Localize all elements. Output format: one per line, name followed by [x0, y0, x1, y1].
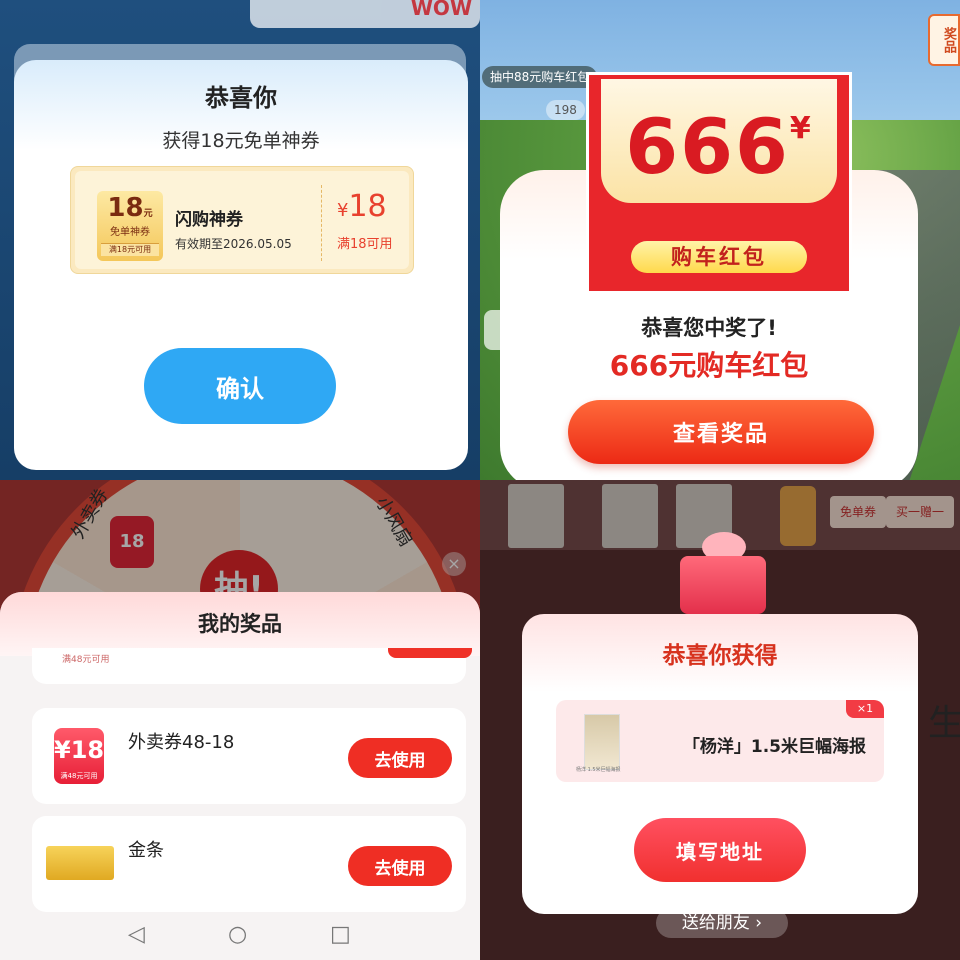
previous-use-button[interactable] — [388, 648, 472, 658]
prize-name: 「杨洋」1.5米巨幅海报 — [682, 737, 866, 757]
poster-thumbnail — [584, 714, 620, 770]
confirm-button[interactable]: 确认 — [144, 348, 336, 424]
use-button[interactable]: 去使用 — [348, 738, 452, 778]
envelope-currency: ¥ — [789, 111, 813, 146]
envelope-amount-value: 666 — [625, 102, 790, 191]
wow-badge: WOW — [410, 0, 472, 20]
coupon-badge-condition: 满48元可用 — [60, 772, 98, 780]
prize-modal: 恭喜你获得 杨洋 1.5米巨幅海报 ×1 「杨洋」1.5米巨幅海报 填写地址 — [522, 614, 918, 914]
prizes-tab[interactable]: 奖品 — [928, 14, 960, 66]
winner-marquee: 抽中88元购车红包 — [482, 66, 598, 88]
coupon-modal: 恭喜你 获得18元免单神券 18元 免单神券 满18元可用 闪购神券 有效期至2… — [14, 60, 468, 470]
recent-apps-icon[interactable]: □ — [330, 922, 351, 947]
price-pill: 198 — [546, 100, 585, 120]
modal-title: 恭喜你获得 — [662, 643, 778, 669]
gold-bar-icon — [46, 846, 114, 880]
list-item: ¥18 满48元可用 外卖券48-18 去使用 — [32, 708, 466, 804]
fill-address-button[interactable]: 填写地址 — [634, 818, 806, 882]
congrats-text: 恭喜您中奖了! — [641, 316, 777, 340]
amount-value: 18 — [348, 189, 387, 224]
use-button[interactable]: 去使用 — [348, 846, 452, 886]
takeout-coupon-icon: ¥18 满48元可用 — [54, 728, 104, 784]
top-banner-strip: WOW — [250, 0, 480, 28]
home-icon[interactable]: ○ — [228, 922, 247, 947]
coupon-divider — [321, 185, 322, 261]
red-envelope: 666¥ 购车红包 — [586, 72, 852, 294]
ticket-condition: 满18元可用 — [101, 243, 159, 256]
coupon-name: 闪购神券 — [175, 210, 243, 230]
share-button[interactable]: 送给朋友 › — [656, 908, 788, 938]
modal-title: 恭喜你 — [205, 84, 277, 112]
prizes-sheet: 我的奖品 满48元可用 ¥18 满48元可用 外卖券48-18 去使用 金条 去… — [0, 592, 480, 960]
modal-subtitle: 获得18元免单神券 — [162, 130, 320, 152]
panel-red-packet: 奖品 抽中88元购车红包 198 666¥ 购车红包 恭喜您中奖了! 666元购… — [480, 0, 960, 480]
currency-symbol: ¥ — [337, 200, 349, 221]
coupon-card: 18元 免单神券 满18元可用 闪购神券 有效期至2026.05.05 ¥18 … — [70, 166, 414, 274]
previous-condition: 满48元可用 — [62, 655, 110, 665]
prize-name: 金条 — [128, 840, 164, 861]
quantity-badge: ×1 — [846, 700, 884, 718]
panel-my-prizes: 外卖券 小风扇 18 抽! × 我的奖品 满48元可用 ¥18 满48元可用 外… — [0, 480, 480, 960]
back-icon[interactable]: ◁ — [128, 922, 145, 947]
panel-coupon-congrats: WOW 恭喜你 获得18元免单神券 18元 免单神券 满18元可用 闪购神券 有… — [0, 0, 480, 480]
system-nav-bar: ◁ ○ □ — [0, 912, 480, 960]
envelope-label: 购车红包 — [631, 241, 807, 273]
prize-item: 杨洋 1.5米巨幅海报 ×1 「杨洋」1.5米巨幅海报 — [556, 700, 884, 782]
coupon-condition: 满18可用 — [337, 237, 393, 252]
coupon-expiry: 有效期至2026.05.05 — [175, 237, 292, 251]
coupon-ticket-icon: 18元 免单神券 满18元可用 — [97, 191, 163, 261]
panel-poster-prize: 免单券 买一赠一 生 恭喜你获得 杨洋 1.5米巨幅海报 ×1 「杨洋」1.5米… — [480, 480, 960, 960]
coupon-card-inner: 18元 免单神券 满18元可用 闪购神券 有效期至2026.05.05 ¥18 … — [75, 171, 409, 269]
ticket-type: 免单神券 — [110, 227, 150, 238]
list-item: 金条 去使用 — [32, 816, 466, 912]
prize-name: 外卖券48-18 — [128, 732, 235, 753]
view-prize-button[interactable]: 查看奖品 — [568, 400, 874, 464]
sheet-title: 我的奖品 — [0, 592, 480, 656]
coupon-amount: ¥18 — [337, 189, 387, 224]
envelope-amount: 666¥ — [601, 107, 837, 187]
coupon-badge-amount: ¥18 — [54, 736, 105, 764]
prize-text: 666元购车红包 — [609, 349, 809, 382]
gift-box-icon — [680, 556, 766, 614]
ticket-amount: 18 — [107, 193, 144, 223]
envelope-top: 666¥ — [601, 79, 837, 203]
ticket-unit: 元 — [143, 209, 153, 219]
list-item-previous: 满48元可用 — [32, 648, 472, 684]
poster-caption: 杨洋 1.5米巨幅海报 — [576, 767, 621, 773]
